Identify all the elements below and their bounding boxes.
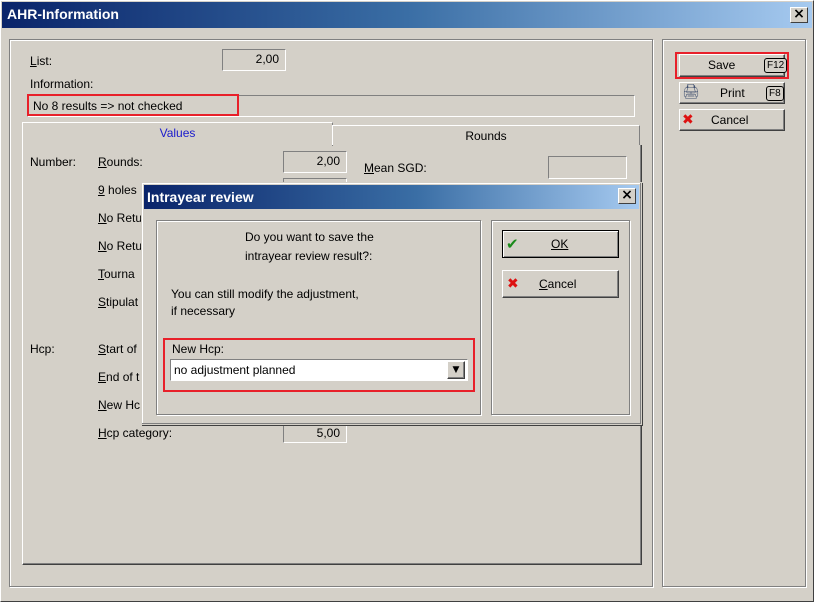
no-return-label-1: No Retu [98,211,143,225]
ok-button[interactable]: ✔ OK [502,230,619,258]
save-highlight [675,52,789,79]
mean-sgd-label: Mean SGD: [364,161,427,175]
print-button[interactable]: 🖨 Print F8 [679,82,785,104]
print-shortcut: F8 [766,86,784,101]
printer-icon: 🖨 [682,84,700,100]
dialog-cancel-label: Cancel [539,277,577,291]
ok-label: OK [551,237,569,251]
list-field[interactable]: 2,00 [222,49,286,71]
cancel-label: Cancel [711,113,749,127]
info-line-1: You can still modify the adjustment, [171,287,359,301]
chevron-down-icon[interactable]: ▼ [447,361,465,379]
rounds-label: Rounds: [98,155,143,169]
tournament-label: Tourna [98,267,135,281]
number-label: Number: [30,155,77,169]
window-close-button[interactable]: × [790,7,808,23]
new-hcp-select[interactable]: no adjustment planned ▼ [170,359,468,381]
info-line-2: if necessary [171,304,236,318]
question-line-1: Do you want to save the [245,230,374,244]
dialog-cancel-button[interactable]: ✖ Cancel [502,270,619,298]
new-hcp-select-value: no adjustment planned [174,363,296,377]
close-icon: × [621,187,633,203]
print-label: Print [720,86,745,100]
tab-rounds[interactable]: Rounds [332,125,640,145]
start-of-label: Start of [98,342,137,356]
cancel-button[interactable]: ✖ Cancel [679,109,785,131]
end-of-label: End of t [98,370,140,384]
window-title: AHR-Information [7,6,119,22]
dialog-title: Intrayear review [147,189,254,205]
close-icon: × [793,6,805,22]
question-line-2: intrayear review result?: [245,249,373,263]
list-label: List: [30,54,53,68]
rounds-field[interactable]: 2,00 [283,151,347,173]
mean-sgd-field[interactable] [548,156,627,179]
cancel-x-icon: ✖ [507,276,519,292]
no-return-label-2: No Retu [98,239,143,253]
hcp-category-field[interactable]: 5,00 [283,425,347,443]
stipulation-label: Stipulat [98,295,139,309]
check-icon: ✔ [506,235,519,253]
hcp-category-label: Hcp category: [98,426,173,440]
information-value: No 8 results => not checked [33,99,183,113]
hcp-label: Hcp: [30,342,55,356]
new-hcp-dialog-label: New Hcp: [172,342,225,356]
cancel-x-icon: ✖ [682,112,694,128]
nine-holes-label: 9 holes [98,183,137,197]
information-label: Information: [30,77,94,91]
dialog-close-button[interactable]: × [618,188,636,204]
intrayear-review-dialog: Intrayear review × Do you want to save t… [141,182,642,425]
tab-values[interactable]: Values [22,122,333,146]
title-bar[interactable] [2,2,812,28]
new-hcp-label: New Hc [98,398,141,412]
